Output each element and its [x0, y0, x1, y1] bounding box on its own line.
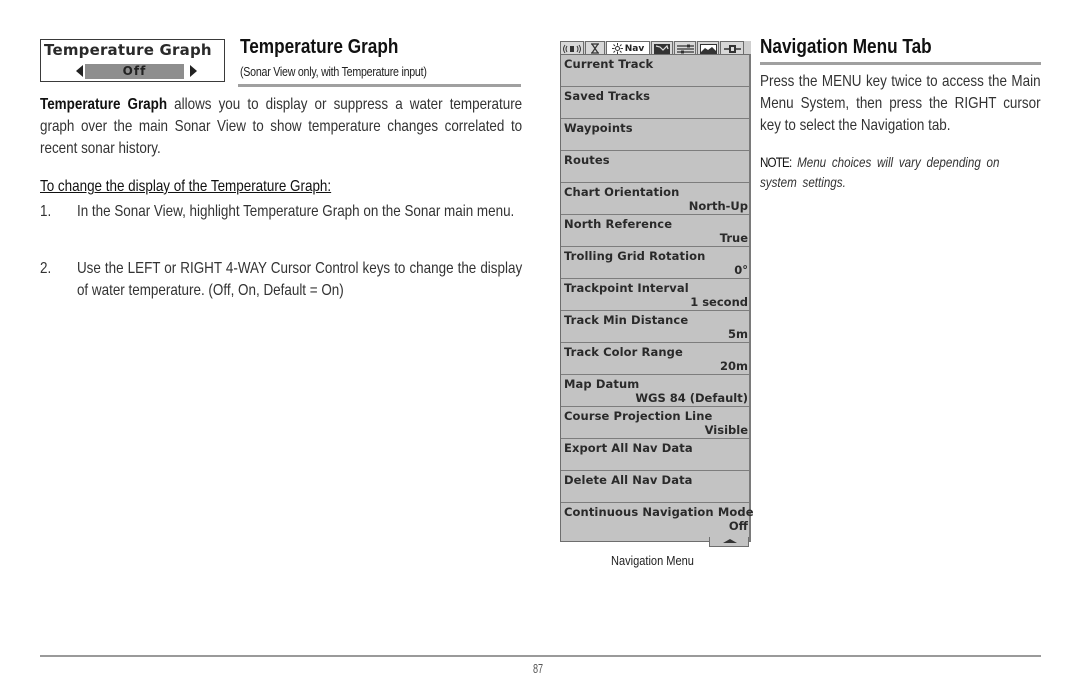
menu-item-value: Off [728, 519, 748, 533]
menu-item-value: 20m [720, 359, 748, 373]
menu-item-label: Track Color Range [564, 345, 683, 359]
section-title-navigation-menu-tab: Navigation Menu Tab [760, 36, 932, 58]
note-text: Menu choices will vary depending on syst… [760, 154, 1000, 190]
menu-item-label: Saved Tracks [564, 89, 651, 103]
menu-item-label: Map Datum [564, 377, 640, 391]
menu-item-label: Routes [564, 153, 610, 167]
menu-item-value: North-Up [688, 199, 748, 213]
menu-item-value: 0° [734, 263, 748, 277]
triangle-right-icon [190, 65, 197, 77]
menu-item-waypoints[interactable]: Waypoints [561, 119, 749, 151]
menu-item-label: Course Projection Line [564, 409, 713, 423]
footer-divider [40, 655, 1041, 657]
menu-item-label: Chart Orientation [564, 185, 680, 199]
menu-item-routes[interactable]: Routes [561, 151, 749, 183]
menu-item-chart-orientation[interactable]: Chart Orientation North-Up [561, 183, 749, 215]
tab-views[interactable] [697, 41, 719, 55]
menu-item-course-projection-line[interactable]: Course Projection Line Visible [561, 407, 749, 439]
note-label: NOTE: [760, 154, 792, 170]
step-text: In the Sonar View, highlight Temperature… [76, 203, 515, 220]
scroll-up-arrow-icon [723, 539, 737, 543]
menu-item-label: Delete All Nav Data [564, 473, 693, 487]
menu-item-north-reference[interactable]: North Reference True [561, 215, 749, 247]
sliders-icon [676, 44, 694, 53]
menu-item-value: Visible [704, 423, 748, 437]
section-subtitle: (Sonar View only, with Temperature input… [240, 64, 427, 79]
map-icon [654, 43, 670, 54]
menu-item-label: Continuous Navigation Mode [564, 505, 754, 519]
menu-item-label: Trolling Grid Rotation [564, 249, 706, 263]
menu-item-label: Waypoints [564, 121, 633, 135]
widget-selector: Off [76, 64, 223, 79]
widget-value: Off [85, 64, 184, 79]
section-divider [238, 84, 521, 87]
plug-icon [723, 44, 741, 53]
sonar-speaker-icon [563, 44, 581, 53]
step-item: 1. In the Sonar View, highlight Temperat… [40, 201, 522, 223]
menu-item-label: Current Track [564, 57, 654, 71]
menu-item-label: Trackpoint Interval [564, 281, 689, 295]
menu-item-saved-tracks[interactable]: Saved Tracks [561, 87, 749, 119]
hourglass-icon [591, 43, 599, 54]
procedure-heading: To change the display of the Temperature… [40, 178, 332, 195]
menu-item-label: North Reference [564, 217, 673, 231]
intro-paragraph: Temperature Graph allows you to display … [40, 94, 522, 160]
temperature-graph-widget: Temperature Graph Off [40, 39, 225, 82]
menu-item-value: 1 second [690, 295, 748, 309]
menu-item-value: 5m [728, 327, 748, 341]
sun-compass-icon [611, 43, 623, 54]
menu-tab-bar: Nav [560, 41, 751, 55]
page-number: 87 [533, 661, 544, 676]
menu-item-export-all-nav-data[interactable]: Export All Nav Data [561, 439, 749, 471]
scroll-indicator[interactable] [709, 537, 749, 547]
note: NOTE: Menu choices will vary depending o… [760, 152, 1034, 192]
triangle-left-icon [76, 65, 83, 77]
tab-nav-label: Nav [624, 43, 645, 54]
menu-item-track-color-range[interactable]: Track Color Range 20m [561, 343, 749, 375]
menu-item-value: WGS 84 (Default) [635, 391, 748, 405]
widget-title: Temperature Graph [44, 41, 212, 59]
section-title-temperature-graph: Temperature Graph [240, 36, 399, 58]
menu-item-continuous-navigation-mode[interactable]: Continuous Navigation Mode Off [561, 503, 754, 535]
menu-item-trackpoint-interval[interactable]: Trackpoint Interval 1 second [561, 279, 749, 311]
tab-chart[interactable] [585, 41, 605, 55]
step-number: 1. [40, 203, 52, 220]
landscape-icon [699, 43, 717, 54]
navigation-menu-list: Current Track Saved Tracks Waypoints Rou… [560, 54, 754, 542]
section-divider [760, 62, 1041, 65]
step-number: 2. [40, 260, 52, 277]
tab-setup[interactable] [674, 41, 696, 55]
figure-caption: Navigation Menu [611, 553, 694, 568]
menu-item-track-min-distance[interactable]: Track Min Distance 5m [561, 311, 749, 343]
navigation-menu-screenshot: Nav Current Track Saved Tracks Waypoints… [560, 41, 754, 548]
intro-bold-term: Temperature Graph [40, 96, 168, 113]
menu-item-label: Export All Nav Data [564, 441, 693, 455]
menu-item-current-track[interactable]: Current Track [561, 55, 749, 87]
menu-item-label: Track Min Distance [564, 313, 689, 327]
menu-item-trolling-grid-rotation[interactable]: Trolling Grid Rotation 0° [561, 247, 749, 279]
step-item: 2. Use the LEFT or RIGHT 4-WAY Cursor Co… [40, 258, 522, 302]
tab-sonar[interactable] [560, 41, 584, 55]
tab-accessories[interactable] [720, 41, 744, 55]
menu-item-value: True [719, 231, 748, 245]
tab-map[interactable] [651, 41, 673, 55]
menu-item-delete-all-nav-data[interactable]: Delete All Nav Data [561, 471, 749, 503]
navigation-tab-paragraph: Press the MENU key twice to access the M… [760, 73, 1041, 134]
tab-nav[interactable]: Nav [606, 41, 650, 55]
step-text: Use the LEFT or RIGHT 4-WAY Cursor Contr… [76, 260, 523, 299]
menu-item-map-datum[interactable]: Map Datum WGS 84 (Default) [561, 375, 749, 407]
